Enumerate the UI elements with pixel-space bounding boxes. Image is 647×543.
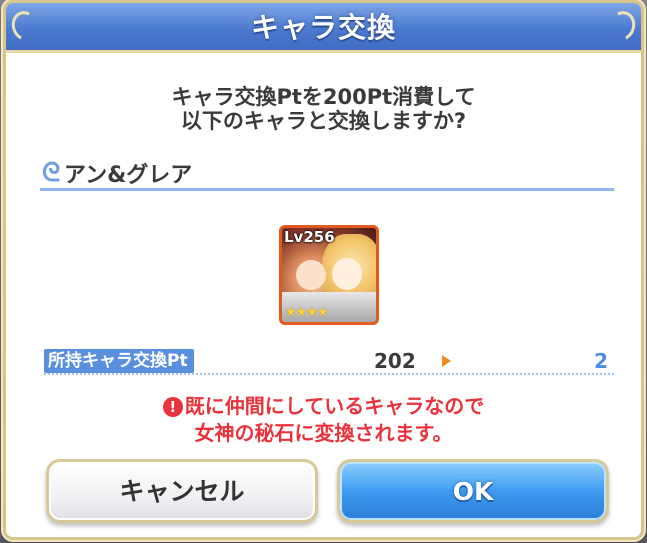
warning-line1: 既に仲間にしているキャラなので: [184, 394, 485, 418]
dialog-title: キャラ交換: [250, 11, 396, 44]
points-row: 所持キャラ交換Pt 202 2: [44, 349, 614, 375]
confirm-message-line1: キャラ交換Ptを200Pt消費して: [171, 85, 476, 109]
character-exchange-dialog: キャラ交換 キャラ交換Ptを200Pt消費して 以下のキャラと交換しますか? ᘓ…: [3, 0, 644, 540]
character-portrait[interactable]: Lv256 ★★★★: [279, 225, 379, 325]
ok-button[interactable]: OK: [337, 459, 609, 523]
character-level: Lv256: [284, 228, 335, 246]
dialog-titlebar: キャラ交換: [6, 3, 641, 53]
points-before: 202: [374, 349, 416, 373]
portrait-face-left: [296, 260, 326, 290]
warning-icon: !: [162, 397, 183, 417]
portrait-face-right: [332, 258, 362, 290]
character-name-row: ᘓ アン&グレア: [40, 153, 614, 191]
warning-message: ! 既に仲間にしているキャラなので 女神の秘石に変換されます。: [6, 393, 641, 447]
arrow-right-icon: [442, 355, 451, 367]
cancel-button[interactable]: キャンセル: [46, 459, 318, 523]
swirl-ornament-icon: ᘓ: [42, 158, 61, 188]
character-name: アン&グレア: [64, 163, 193, 188]
rarity-stars-icon: ★★★★: [285, 305, 329, 320]
points-label: 所持キャラ交換Pt: [44, 349, 194, 373]
warning-line2: 女神の秘石に変換されます。: [194, 421, 453, 445]
confirm-message: キャラ交換Ptを200Pt消費して 以下のキャラと交換しますか?: [6, 85, 641, 133]
points-after: 2: [594, 349, 608, 373]
warning-line1-wrap: ! 既に仲間にしているキャラなので: [6, 393, 641, 420]
confirm-message-line2: 以下のキャラと交換しますか?: [180, 109, 467, 133]
